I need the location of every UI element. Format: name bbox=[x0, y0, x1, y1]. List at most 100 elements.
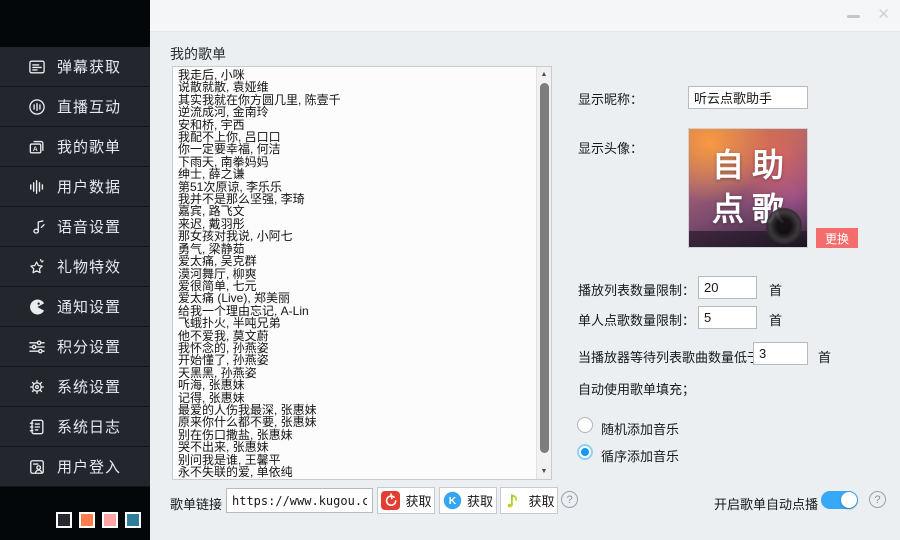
system-log-icon bbox=[27, 417, 47, 437]
per-user-limit-input[interactable] bbox=[698, 306, 757, 329]
avatar-image: 自助 点歌 bbox=[688, 128, 808, 248]
song-list: 我走后, 小咪说散就散, 袁娅维其实我就在你方圆几里, 陈壹千逆流成河, 金南玲… bbox=[178, 69, 534, 478]
sidebar-item-system-log[interactable]: 系统日志 bbox=[0, 407, 150, 447]
sidebar-item-live-interaction[interactable]: 直播互动 bbox=[0, 87, 150, 127]
song-item[interactable]: 爱太痛, 吴克群 bbox=[178, 255, 534, 267]
sidebar-item-label: 弹幕获取 bbox=[57, 56, 121, 77]
sidebar-item-my-playlist[interactable]: A 我的歌单 bbox=[0, 127, 150, 167]
radio-sequential-add[interactable] bbox=[577, 444, 593, 460]
song-item[interactable]: 飞蛾扑火, 半吨兄弟 bbox=[178, 317, 534, 329]
sidebar-item-voice-settings[interactable]: 语音设置 bbox=[0, 207, 150, 247]
netease-cloud-music-icon bbox=[380, 491, 400, 511]
theme-swatch-orange[interactable] bbox=[79, 512, 95, 528]
sidebar-item-label: 我的歌单 bbox=[57, 136, 121, 157]
sidebar-item-user-login[interactable]: 用户登入 bbox=[0, 447, 150, 487]
nickname-input[interactable] bbox=[688, 86, 808, 109]
sidebar-item-gift-effects[interactable]: 礼物特效 bbox=[0, 247, 150, 287]
song-item[interactable]: 那女孩对我说, 小阿七 bbox=[178, 230, 534, 242]
radio-random-add[interactable] bbox=[577, 417, 593, 433]
kugou-icon: K bbox=[443, 491, 462, 510]
playlist-limit-input[interactable] bbox=[698, 276, 757, 299]
autofill-label: 自动使用歌单填充； bbox=[578, 379, 695, 398]
autoplay-toggle[interactable] bbox=[821, 491, 858, 509]
my-playlist-icon: A bbox=[27, 137, 47, 157]
change-avatar-button[interactable]: 更换 bbox=[816, 228, 858, 248]
voice-settings-icon bbox=[27, 217, 47, 237]
playlist-link-input[interactable] bbox=[226, 488, 373, 513]
fetch-qq-music-button[interactable]: 获取 bbox=[500, 487, 558, 514]
song-item[interactable]: 听海, 张惠妹 bbox=[178, 379, 534, 391]
live-interaction-icon bbox=[27, 97, 47, 117]
titlebar: ✕ bbox=[150, 0, 900, 32]
fetch-button-label: 获取 bbox=[405, 491, 431, 510]
avatar-label: 显示头像： bbox=[578, 138, 643, 157]
sidebar-item-label: 礼物特效 bbox=[57, 256, 121, 277]
sidebar-item-label: 系统日志 bbox=[57, 416, 121, 437]
nickname-label: 显示昵称： bbox=[578, 89, 643, 108]
sidebar-item-label: 积分设置 bbox=[57, 336, 121, 357]
sidebar-item-notification-settings[interactable]: 通知设置 bbox=[0, 287, 150, 327]
svg-text:A: A bbox=[33, 146, 38, 153]
toggle-knob bbox=[841, 492, 857, 508]
sidebar-item-danmaku[interactable]: 弹幕获取 bbox=[0, 47, 150, 87]
sidebar-item-label: 用户数据 bbox=[57, 176, 121, 197]
song-item[interactable]: 爱太痛 (Live), 郑美丽 bbox=[178, 292, 534, 304]
playlist-limit-label: 播放列表数量限制： bbox=[578, 280, 695, 299]
user-login-icon bbox=[27, 457, 47, 477]
page-title: 我的歌单 bbox=[170, 44, 226, 64]
sidebar-item-user-data[interactable]: 用户数据 bbox=[0, 167, 150, 207]
song-item[interactable]: 原来你什么都不要, 张惠妹 bbox=[178, 416, 534, 428]
qq-music-icon bbox=[503, 491, 523, 511]
low-queue-unit: 首 bbox=[818, 347, 831, 366]
danmaku-icon bbox=[27, 57, 47, 77]
user-data-icon bbox=[27, 177, 47, 197]
close-icon[interactable]: ✕ bbox=[877, 5, 890, 25]
song-item[interactable]: 绅士, 薛之谦 bbox=[178, 168, 534, 180]
theme-swatch-dark[interactable] bbox=[56, 512, 72, 528]
song-item[interactable]: 你一定要幸福, 何洁 bbox=[178, 143, 534, 155]
minimize-icon[interactable] bbox=[847, 15, 860, 18]
sidebar-item-system-settings[interactable]: 系统设置 bbox=[0, 367, 150, 407]
song-item[interactable]: 嘉宾, 路飞文 bbox=[178, 205, 534, 217]
song-item[interactable]: 哭不出来, 张惠妹 bbox=[178, 441, 534, 453]
playlist-link-help-icon[interactable]: ? bbox=[561, 491, 578, 508]
sidebar: 弹幕获取 直播互动 A 我的歌单 用户数据 bbox=[0, 0, 150, 540]
sidebar-item-label: 语音设置 bbox=[57, 216, 121, 237]
scroll-up-icon[interactable]: ▲ bbox=[537, 67, 551, 82]
points-settings-icon bbox=[27, 337, 47, 357]
radio-sequential-add-label: 循序添加音乐 bbox=[601, 446, 679, 465]
system-settings-icon bbox=[27, 377, 47, 397]
autoplay-label: 开启歌单自动点播 bbox=[714, 494, 818, 513]
radio-random-add-label: 随机添加音乐 bbox=[601, 419, 679, 438]
sidebar-footer bbox=[56, 512, 141, 528]
svg-text:K: K bbox=[449, 496, 457, 507]
sidebar-item-label: 系统设置 bbox=[57, 376, 121, 397]
per-user-limit-label: 单人点歌数量限制： bbox=[578, 310, 695, 329]
song-item[interactable]: 逆流成河, 金南玲 bbox=[178, 106, 534, 118]
song-item[interactable]: 开始懂了, 孙燕姿 bbox=[178, 354, 534, 366]
sidebar-item-label: 用户登入 bbox=[57, 456, 121, 477]
theme-swatch-teal[interactable] bbox=[125, 512, 141, 528]
scrollbar-thumb[interactable] bbox=[540, 83, 549, 453]
sidebar-menu: 弹幕获取 直播互动 A 我的歌单 用户数据 bbox=[0, 47, 150, 487]
song-item[interactable]: 说散就散, 袁娅维 bbox=[178, 81, 534, 93]
gift-effects-icon bbox=[27, 257, 47, 277]
playlist-link-label: 歌单链接 bbox=[170, 494, 222, 513]
playlist-limit-unit: 首 bbox=[769, 280, 782, 299]
fetch-button-label: 获取 bbox=[528, 491, 554, 510]
fetch-kugou-button[interactable]: K 获取 bbox=[439, 487, 497, 514]
sidebar-item-label: 通知设置 bbox=[57, 296, 121, 317]
song-list-box[interactable]: 我走后, 小咪说散就散, 袁娅维其实我就在你方圆几里, 陈壹千逆流成河, 金南玲… bbox=[172, 66, 552, 480]
scroll-down-icon[interactable]: ▼ bbox=[537, 464, 551, 479]
autoplay-help-icon[interactable]: ? bbox=[869, 491, 886, 508]
low-queue-label: 当播放器等待列表歌曲数量低于 bbox=[578, 347, 760, 366]
fetch-netease-button[interactable]: 获取 bbox=[377, 487, 435, 514]
notification-settings-icon bbox=[27, 297, 47, 317]
app-window: 弹幕获取 直播互动 A 我的歌单 用户数据 bbox=[0, 0, 900, 540]
fetch-button-label: 获取 bbox=[467, 491, 493, 510]
per-user-limit-unit: 首 bbox=[769, 310, 782, 329]
low-queue-input[interactable] bbox=[753, 342, 808, 365]
sidebar-item-points-settings[interactable]: 积分设置 bbox=[0, 327, 150, 367]
scrollbar[interactable]: ▲ ▼ bbox=[536, 67, 551, 479]
theme-swatch-pink[interactable] bbox=[102, 512, 118, 528]
